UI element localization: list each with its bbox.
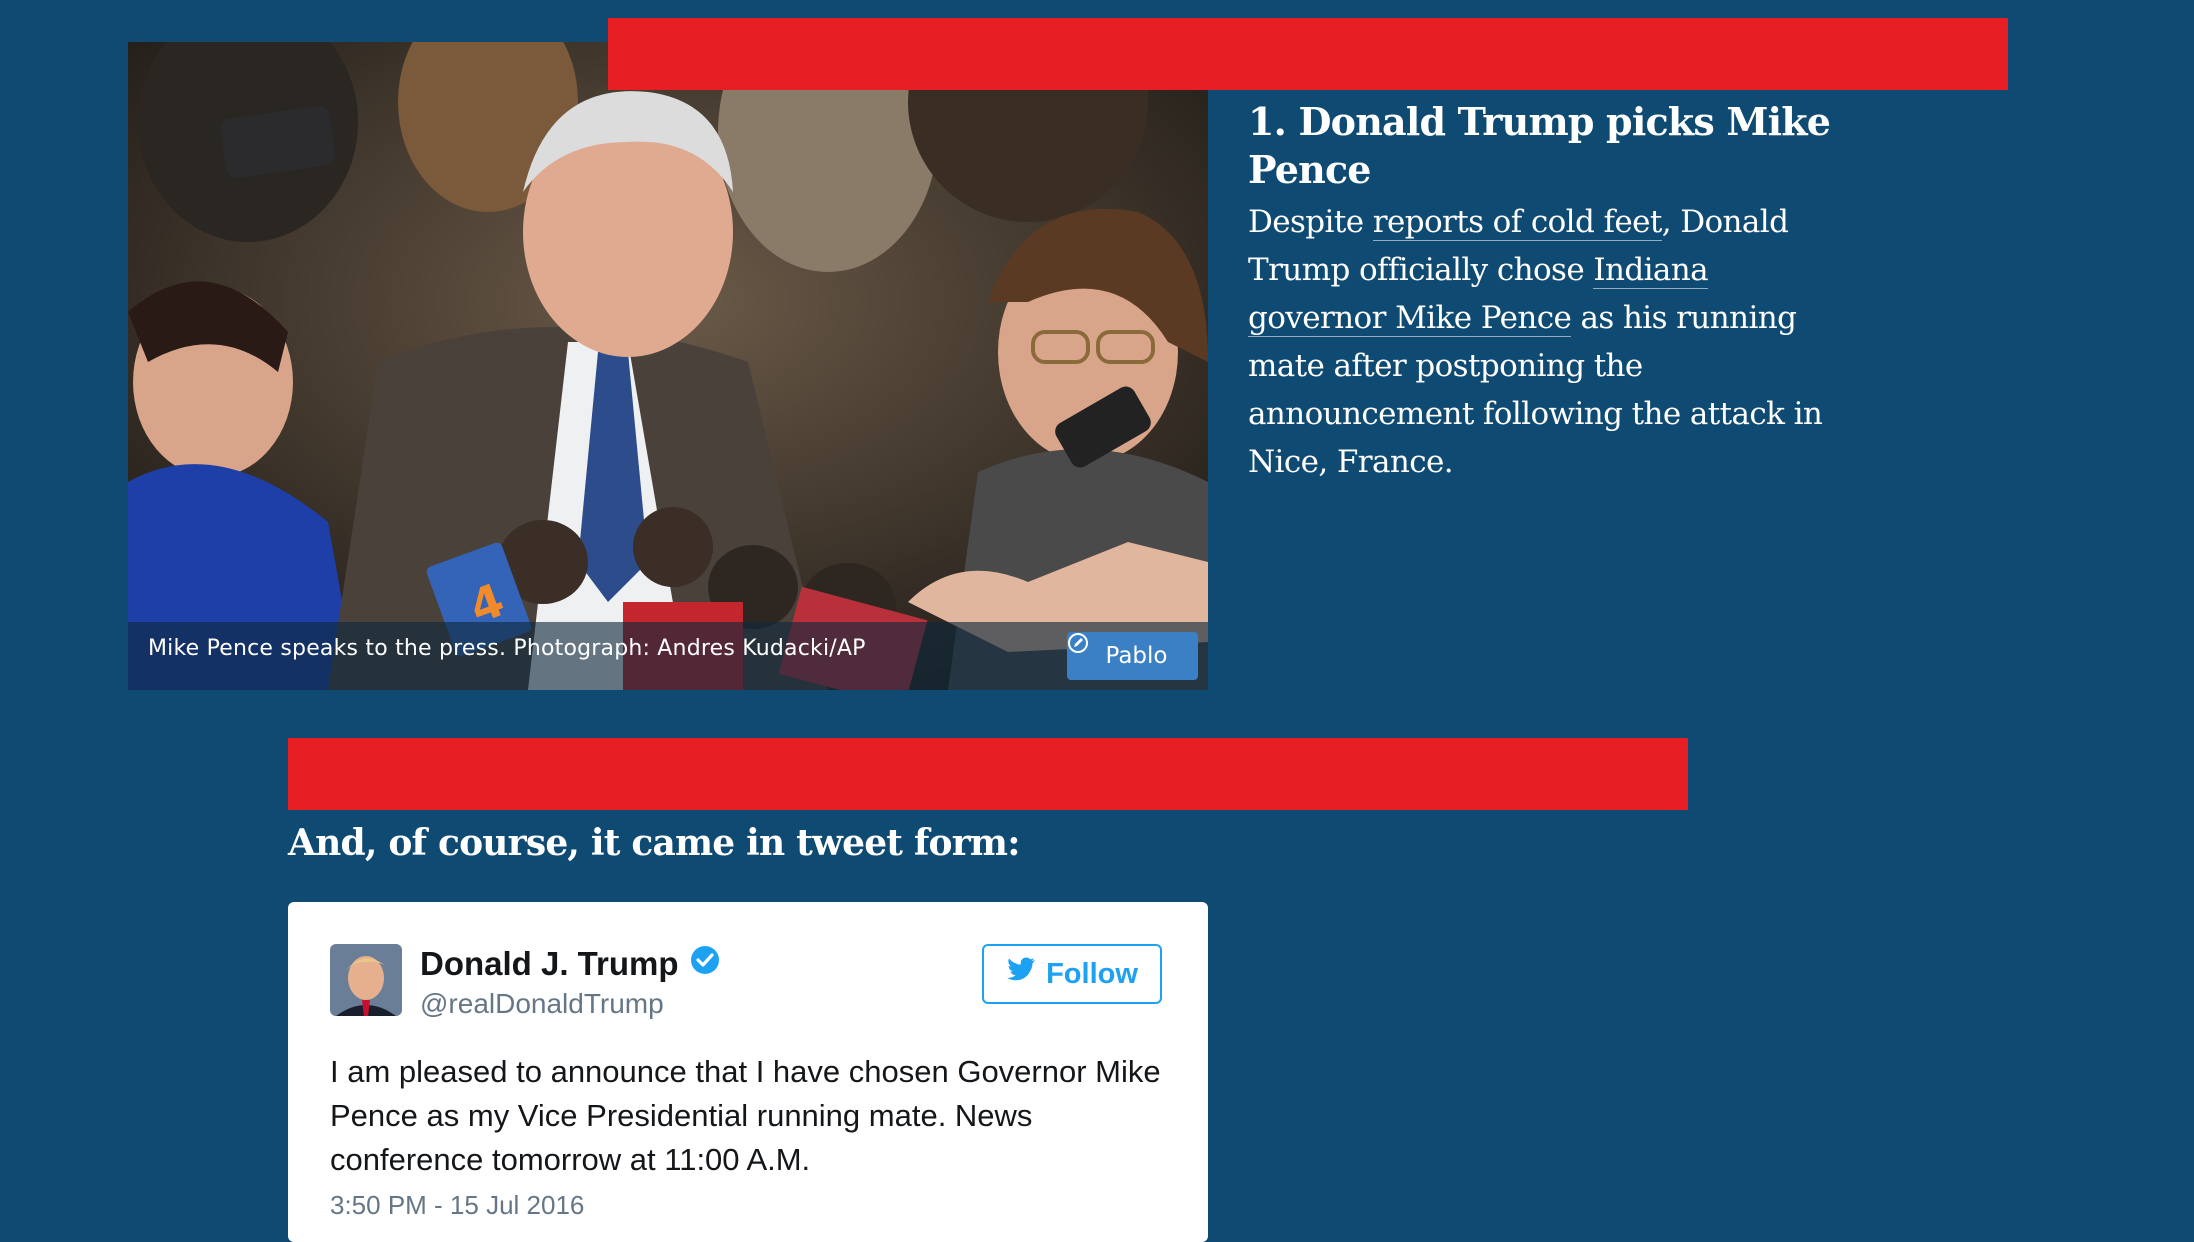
tweet-author-name[interactable]: Donald J. Trump — [420, 944, 721, 984]
red-accent-bar-middle — [288, 738, 1688, 810]
photo-caption: Mike Pence speaks to the press. Photogra… — [148, 636, 866, 661]
body-text-part1: Despite — [1248, 204, 1373, 240]
tweet-author-handle[interactable]: @realDonaldTrump — [420, 988, 664, 1020]
red-accent-bar-top-overlay — [608, 18, 2008, 90]
link-reports-of-cold-feet[interactable]: reports of cold feet — [1372, 204, 1662, 241]
follow-label: Follow — [1046, 957, 1138, 990]
article-body: Despite reports of cold feet, Donald Tru… — [1248, 198, 1848, 486]
embedded-tweet: Donald J. Trump @realDonaldTrump Follow … — [288, 902, 1208, 1242]
photo-caption-bar: Mike Pence speaks to the press. Photogra… — [128, 622, 1208, 690]
pablo-button[interactable]: Pablo — [1067, 632, 1198, 680]
pablo-label: Pablo — [1105, 643, 1168, 669]
tweet-timestamp[interactable]: 3:50 PM - 15 Jul 2016 — [330, 1190, 584, 1221]
verified-badge-icon — [689, 944, 721, 984]
follow-button[interactable]: Follow — [982, 944, 1162, 1004]
photo-illustration: 4 — [128, 42, 1208, 690]
tweet-intro-subhead: And, of course, it came in tweet form: — [288, 822, 1021, 864]
article-headline: 1. Donald Trump picks Mike Pence — [1248, 99, 1831, 192]
article-photo: 4 Mike Pence speaks to the press. Photog… — [128, 42, 1208, 690]
avatar[interactable] — [330, 944, 402, 1016]
author-name-text: Donald J. Trump — [420, 945, 679, 982]
tweet-text: I am pleased to announce that I have cho… — [330, 1054, 1161, 1177]
twitter-bird-icon — [1006, 957, 1036, 991]
